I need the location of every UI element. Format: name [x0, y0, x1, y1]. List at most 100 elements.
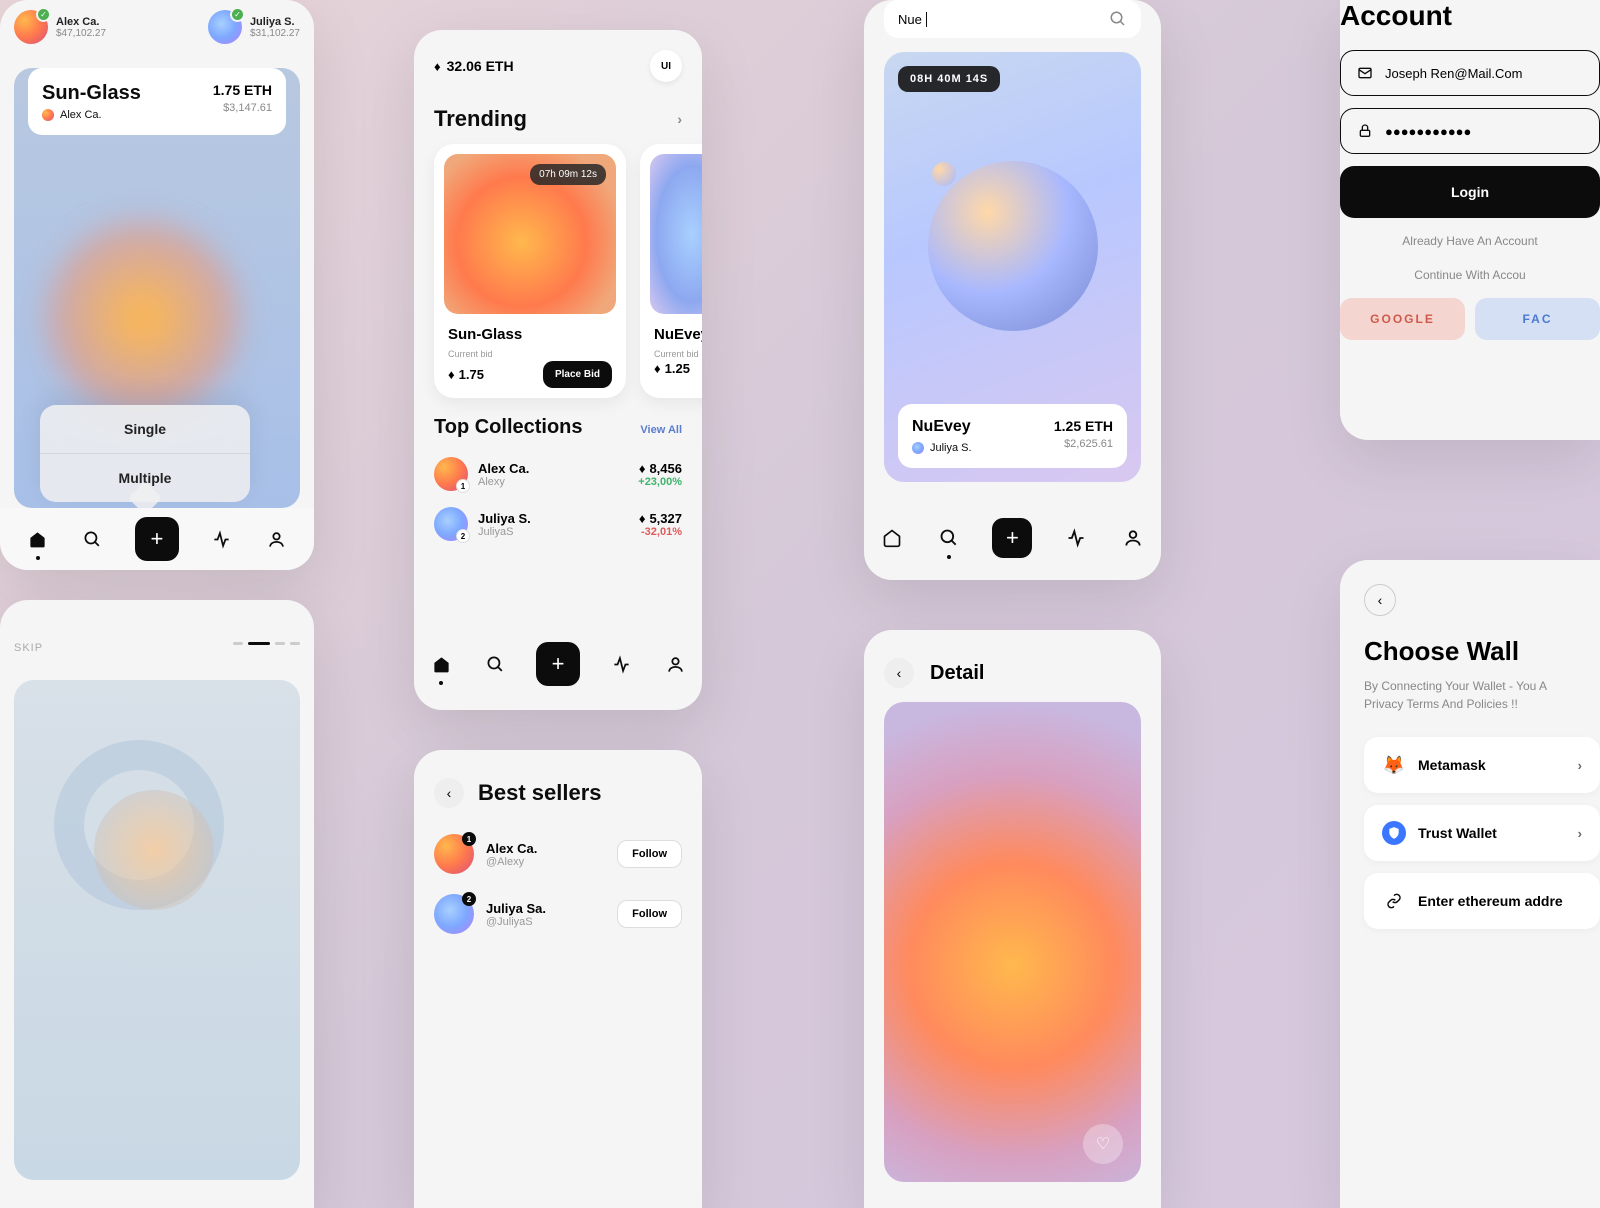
screen-best-sellers: ‹ Best sellers 1 Alex Ca. @Alexy Follow …: [414, 750, 702, 1208]
tab-activity[interactable]: [1063, 525, 1089, 551]
continue-with: Continue With Accou: [1340, 264, 1600, 298]
view-all-link[interactable]: View All: [640, 424, 682, 436]
ui-badge[interactable]: UI: [650, 50, 682, 82]
page-title: Detail: [930, 662, 984, 685]
sphere-main: [928, 161, 1098, 331]
password-value: ●●●●●●●●●●●: [1385, 124, 1471, 139]
page-indicator: [233, 642, 300, 645]
countdown-badge: 08H 40M 14S: [898, 66, 1000, 92]
seller-row[interactable]: 1 Alex Ca. @Alexy Follow: [414, 824, 702, 884]
metamask-icon: 🦊: [1382, 753, 1406, 777]
place-bid-button[interactable]: Place Bid: [543, 361, 612, 388]
tab-activity[interactable]: [608, 651, 634, 677]
wallet-trust[interactable]: Trust Wallet ›: [1364, 805, 1600, 861]
chevron-right-icon[interactable]: ›: [677, 111, 682, 127]
rank-badge: 1: [462, 832, 476, 846]
popup-single[interactable]: Single: [40, 405, 250, 454]
nft-thumb: 07h 09m 12s: [444, 154, 616, 314]
sphere-shape: [94, 790, 214, 910]
back-button[interactable]: ‹: [1364, 584, 1396, 616]
trending-carousel[interactable]: 07h 09m 12s Sun-Glass Current bid ♦1.75 …: [414, 144, 702, 398]
password-field[interactable]: ●●●●●●●●●●●: [1340, 108, 1600, 154]
creator-name: Juliya S.: [930, 442, 972, 454]
collection-row[interactable]: 2 Juliya S. JuliyaS ♦5,327 -32,01%: [414, 499, 702, 549]
screen-choose-wallet: ‹ Choose Wall By Connecting Your Wallet …: [1340, 560, 1600, 1208]
ethereum-icon: ♦: [448, 367, 455, 382]
pct-change: -32,01%: [639, 526, 682, 538]
collection-row[interactable]: 1 Alex Ca. Alexy ♦8,456 +23,00%: [414, 449, 702, 499]
creator-avatar-icon: [42, 109, 54, 121]
tab-add-button[interactable]: +: [536, 642, 580, 686]
skip-button[interactable]: SKIP: [14, 642, 43, 654]
user-name: Alex Ca.: [56, 16, 106, 28]
user-amount: $47,102.27: [56, 28, 106, 39]
tab-home[interactable]: [25, 526, 51, 552]
trending-card[interactable]: 07h 09m 12s Sun-Glass Current bid ♦1.75 …: [434, 144, 626, 398]
nft-hero[interactable]: 08H 40M 14S NuEvey Juliya S. 1.25 ETH $2…: [884, 52, 1141, 482]
tab-search[interactable]: [80, 526, 106, 552]
create-popup: Single Multiple: [40, 405, 250, 502]
nft-title: Sun-Glass: [444, 324, 616, 345]
page-header: ‹ Detail: [864, 630, 1161, 702]
wallet-name: Trust Wallet: [1418, 825, 1497, 841]
tab-add-button[interactable]: +: [992, 518, 1032, 558]
dot: [275, 642, 285, 645]
trending-card[interactable]: NuEvey Current bid ♦1.25: [640, 144, 702, 398]
back-button[interactable]: ‹: [884, 658, 914, 688]
tab-home[interactable]: [879, 525, 905, 551]
back-button[interactable]: ‹: [434, 778, 464, 808]
wallet-address[interactable]: Enter ethereum addre: [1364, 873, 1600, 929]
top-collections-header: Top Collections View All: [414, 398, 702, 449]
dot-active: [248, 642, 270, 645]
collection-value: ♦8,456: [638, 461, 682, 476]
bid-label: Current bid: [650, 345, 702, 361]
wallet-name: Metamask: [1418, 757, 1486, 773]
search-input[interactable]: Nue: [884, 0, 1141, 38]
creator-avatar-icon: [912, 442, 924, 454]
dot: [290, 642, 300, 645]
page-title: Choose Wall: [1364, 636, 1600, 667]
dot: [233, 642, 243, 645]
user-badge-2[interactable]: ✓ Juliya S. $31,102.27: [208, 10, 300, 44]
wallet-metamask[interactable]: 🦊 Metamask ›: [1364, 737, 1600, 793]
link-icon: [1382, 889, 1406, 913]
tab-search[interactable]: [482, 651, 508, 677]
tab-profile[interactable]: [1120, 525, 1146, 551]
search-icon: [1109, 10, 1127, 28]
seller-name: Alex Ca.: [486, 841, 605, 856]
favorite-button[interactable]: ♡: [1083, 1124, 1123, 1164]
ethereum-icon: ♦: [434, 59, 441, 74]
tab-add-button[interactable]: +: [135, 517, 179, 561]
google-button[interactable]: GOOGLE: [1340, 298, 1465, 340]
nft-info-card[interactable]: Sun-Glass Alex Ca. 1.75 ETH $3,147.61: [28, 68, 286, 135]
email-value: Joseph Ren@Mail.Com: [1385, 66, 1522, 81]
tabbar: +: [864, 510, 1161, 566]
eth-balance[interactable]: ♦ 32.06 ETH: [434, 58, 514, 74]
facebook-button[interactable]: FAC: [1475, 298, 1600, 340]
screen-detail: ‹ Detail ♡: [864, 630, 1161, 1208]
screen-marketplace: ♦ 32.06 ETH UI Trending › 07h 09m 12s Su…: [414, 30, 702, 710]
user-badge-1[interactable]: ✓ Alex Ca. $47,102.27: [14, 10, 106, 44]
trust-wallet-icon: [1382, 821, 1406, 845]
follow-button[interactable]: Follow: [617, 900, 682, 928]
rank-badge: 2: [462, 892, 476, 906]
tab-home[interactable]: [428, 651, 454, 677]
already-have-account[interactable]: Already Have An Account: [1340, 218, 1600, 264]
tab-profile[interactable]: [263, 526, 289, 552]
tab-activity[interactable]: [208, 526, 234, 552]
tab-profile[interactable]: [662, 651, 688, 677]
seller-row[interactable]: 2 Juliya Sa. @JuliyaS Follow: [414, 884, 702, 944]
bid-label: Current bid: [444, 345, 616, 361]
email-field[interactable]: Joseph Ren@Mail.Com: [1340, 50, 1600, 96]
follow-button[interactable]: Follow: [617, 840, 682, 868]
tab-search[interactable]: [936, 525, 962, 551]
sphere-small: [932, 162, 956, 186]
collection-handle: Alexy: [478, 476, 628, 488]
login-button[interactable]: Login: [1340, 166, 1600, 218]
onboarding-art: [14, 680, 300, 1180]
bid-value: ♦1.25: [650, 361, 702, 376]
nft-price: 1.75 ETH: [213, 82, 272, 98]
rank-badge: 1: [456, 479, 470, 493]
oauth-row: GOOGLE FAC: [1340, 298, 1600, 340]
nft-artwork: ♡: [884, 702, 1141, 1182]
